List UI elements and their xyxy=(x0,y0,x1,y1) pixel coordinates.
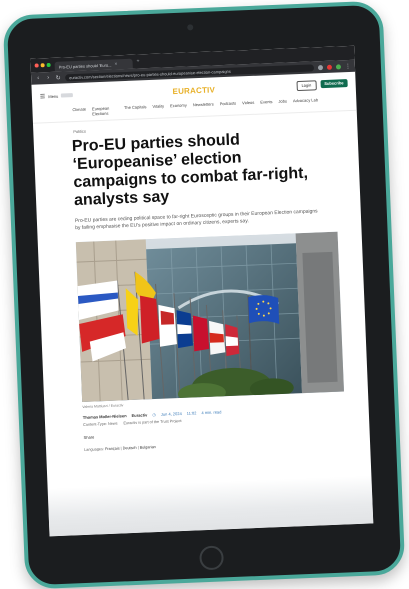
nav-item-newsletters[interactable]: Newsletters xyxy=(193,101,214,112)
parliament-flags-photo xyxy=(75,231,344,402)
camera-lens xyxy=(187,24,194,31)
nav-item-advocacy-lab[interactable]: Advocacy Lab xyxy=(293,97,319,108)
site-logo[interactable]: EURACTIV xyxy=(120,83,268,98)
tablet-device: Pro-EU parties should 'Euro... × + ‹ › ↻… xyxy=(2,0,406,589)
close-tab-icon[interactable]: × xyxy=(114,61,117,67)
auth-actions: Login Subscribe xyxy=(268,79,348,92)
language-link-german[interactable]: Deutsch xyxy=(123,446,137,451)
tablet-screen: Pro-EU parties should 'Euro... × + ‹ › ↻… xyxy=(30,45,374,537)
forward-arrow-icon[interactable]: › xyxy=(45,75,51,81)
browser-tab-title: Pro-EU parties should 'Euro... xyxy=(58,62,112,70)
article-headline: Pro-EU parties should ‘Europeanise’ elec… xyxy=(71,131,309,210)
nav-item-economy[interactable]: Economy xyxy=(170,103,187,114)
languages-label: Languages: xyxy=(84,447,105,452)
extension-icon[interactable] xyxy=(317,64,324,70)
menu-button[interactable]: ☰ Menu xyxy=(40,90,120,100)
new-tab-icon[interactable]: + xyxy=(136,58,139,64)
language-link-french[interactable]: Français xyxy=(105,447,120,452)
window-controls xyxy=(34,62,51,68)
hamburger-icon: ☰ xyxy=(39,93,46,100)
publish-date: Jun 4, 2024 xyxy=(160,410,182,417)
article-hero-image xyxy=(75,231,344,402)
nav-item-the-capitals[interactable]: The Capitals xyxy=(124,104,147,115)
browser-menu-icon[interactable]: ⋮ xyxy=(345,62,351,69)
menu-label: Menu xyxy=(48,93,59,99)
content-fade xyxy=(47,475,374,537)
nav-item-events[interactable]: Events xyxy=(260,99,273,109)
back-arrow-icon[interactable]: ‹ xyxy=(35,75,41,81)
login-button[interactable]: Login xyxy=(296,80,317,92)
nav-item-jobs[interactable]: Jobs xyxy=(278,99,287,109)
nav-item-climate[interactable]: Climate xyxy=(72,107,86,118)
minimize-window-icon[interactable] xyxy=(40,63,45,68)
maximize-window-icon[interactable] xyxy=(46,62,51,68)
clock-icon: ◷ xyxy=(152,412,156,418)
nav-item-european-elections[interactable]: European Elections xyxy=(92,105,118,117)
close-window-icon[interactable] xyxy=(34,63,39,68)
extension-icon[interactable] xyxy=(326,64,333,70)
home-button[interactable] xyxy=(199,545,225,571)
read-time: 4 min. read xyxy=(201,409,222,416)
nav-item-podcasts[interactable]: Podcasts xyxy=(220,101,237,112)
nav-item-videos[interactable]: Videos xyxy=(242,100,255,110)
reload-icon[interactable]: ↻ xyxy=(55,74,61,81)
publish-time: 11:02 xyxy=(186,410,197,416)
edition-selector[interactable] xyxy=(61,93,74,98)
subscribe-button[interactable]: Subscribe xyxy=(320,79,348,89)
extension-icon[interactable] xyxy=(335,63,342,70)
nav-item-vitality[interactable]: Vitality xyxy=(152,103,164,113)
publisher-name[interactable]: Euractiv xyxy=(131,412,147,418)
language-link-bulgarian[interactable]: Bulgarian xyxy=(140,445,156,450)
